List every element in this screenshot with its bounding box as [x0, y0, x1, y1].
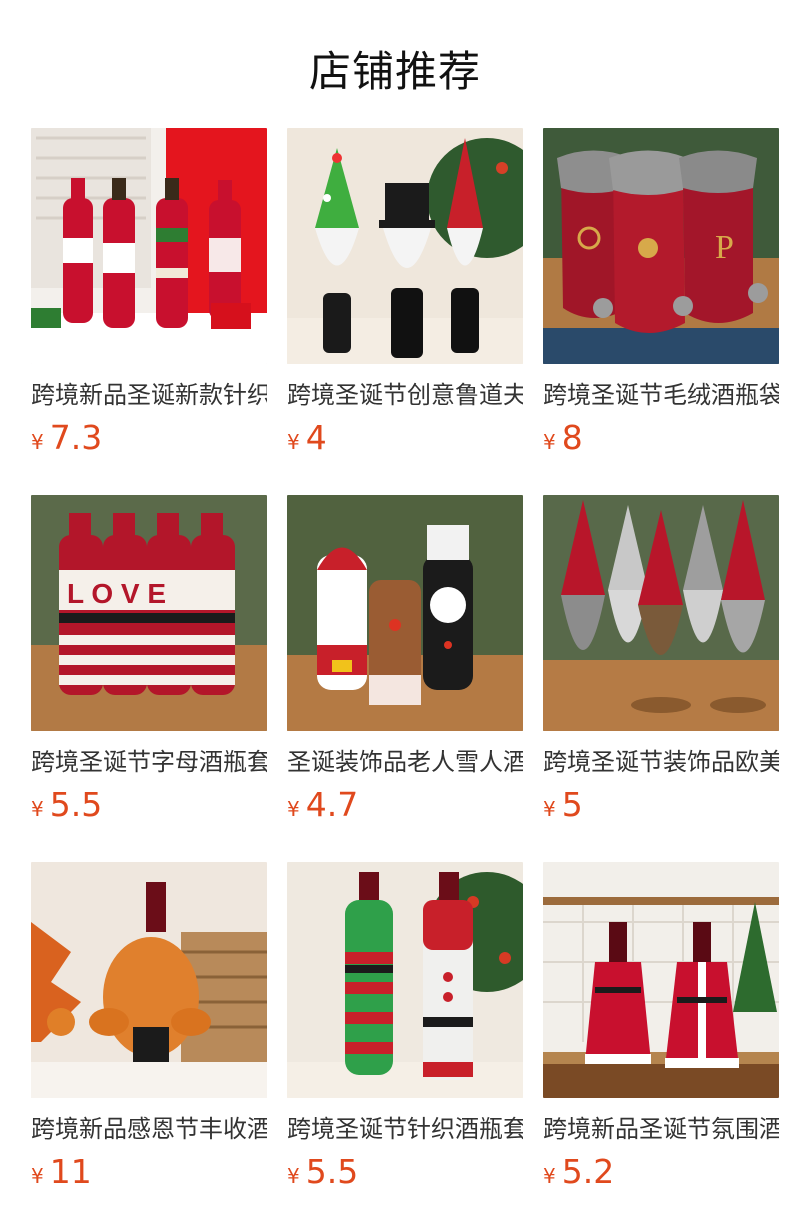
currency-symbol: ¥	[287, 1164, 300, 1188]
price-value: 11	[49, 1152, 92, 1191]
price-value: 5.5	[49, 785, 103, 824]
product-name[interactable]: 跨境圣诞节针织酒瓶套	[287, 1112, 523, 1146]
product-name[interactable]: 跨境新品圣诞节氛围酒瓶套	[543, 1112, 779, 1146]
product-card[interactable]: 跨境新品圣诞节氛围酒瓶套 ¥5.2	[543, 862, 779, 1202]
turkey-wine-bottle-cover-image[interactable]	[31, 862, 267, 1098]
product-price: ¥4	[287, 418, 523, 458]
product-price: ¥5.2	[543, 1152, 779, 1192]
product-card[interactable]: 圣诞装饰品老人雪人酒瓶套 ¥4.7	[287, 495, 523, 835]
currency-symbol: ¥	[31, 1164, 44, 1188]
product-name[interactable]: 跨境圣诞节装饰品欧美	[543, 745, 779, 779]
product-card[interactable]: P 跨境圣诞节毛绒酒瓶袋 ¥8	[543, 128, 779, 468]
svg-text:P: P	[715, 229, 734, 266]
product-name[interactable]: 圣诞装饰品老人雪人酒瓶套	[287, 745, 523, 779]
currency-symbol: ¥	[543, 797, 556, 821]
currency-symbol: ¥	[287, 430, 300, 454]
product-card[interactable]: 跨境圣诞节创意鲁道夫酒瓶套 ¥4	[287, 128, 523, 468]
currency-symbol: ¥	[543, 430, 556, 454]
price-value: 4.7	[305, 785, 359, 824]
product-name[interactable]: 跨境圣诞节毛绒酒瓶袋	[543, 378, 779, 412]
product-name[interactable]: 跨境圣诞节创意鲁道夫酒瓶套	[287, 378, 523, 412]
product-card[interactable]: 跨境新品感恩节丰收酒瓶套 ¥11	[31, 862, 267, 1202]
product-price: ¥5	[543, 785, 779, 825]
gnome-wine-bottle-covers-image[interactable]	[287, 128, 523, 364]
section-title: 店铺推荐	[308, 47, 481, 96]
price-value: 4	[305, 418, 327, 457]
product-name[interactable]: 跨境圣诞节字母酒瓶套	[31, 745, 267, 779]
price-value: 5	[561, 785, 583, 824]
product-card[interactable]: L O V E 跨境圣诞节字母酒瓶套 ¥5.5	[31, 495, 267, 835]
product-name[interactable]: 跨境新品圣诞新款针织酒瓶套	[31, 378, 267, 412]
currency-symbol: ¥	[287, 797, 300, 821]
elf-sweater-bottle-covers-image[interactable]	[287, 862, 523, 1098]
knitted-wine-bottle-covers-image[interactable]	[31, 128, 267, 364]
price-value: 5.5	[305, 1152, 359, 1191]
gnome-dolls-image[interactable]	[543, 495, 779, 731]
product-card[interactable]: 跨境新品圣诞新款针织酒瓶套 ¥7.3	[31, 128, 267, 468]
product-card[interactable]: 跨境圣诞节装饰品欧美 ¥5	[543, 495, 779, 835]
product-name[interactable]: 跨境新品感恩节丰收酒瓶套	[31, 1112, 267, 1146]
santa-dress-bottle-covers-image[interactable]	[543, 862, 779, 1098]
product-price: ¥8	[543, 418, 779, 458]
santa-snowman-bottle-covers-image[interactable]	[287, 495, 523, 731]
product-price: ¥4.7	[287, 785, 523, 825]
love-letter-bottle-covers-image[interactable]: L O V E	[31, 495, 267, 731]
currency-symbol: ¥	[31, 797, 44, 821]
velvet-wine-bottle-bags-image[interactable]: P	[543, 128, 779, 364]
product-price: ¥5.5	[31, 785, 267, 825]
price-value: 8	[561, 418, 583, 457]
svg-text:L O V E: L O V E	[67, 578, 166, 609]
price-value: 7.3	[49, 418, 103, 457]
product-price: ¥5.5	[287, 1152, 523, 1192]
product-price: ¥11	[31, 1152, 267, 1192]
product-price: ¥7.3	[31, 418, 267, 458]
currency-symbol: ¥	[543, 1164, 556, 1188]
price-value: 5.2	[561, 1152, 615, 1191]
product-card[interactable]: 跨境圣诞节针织酒瓶套 ¥5.5	[287, 862, 523, 1202]
currency-symbol: ¥	[31, 430, 44, 454]
